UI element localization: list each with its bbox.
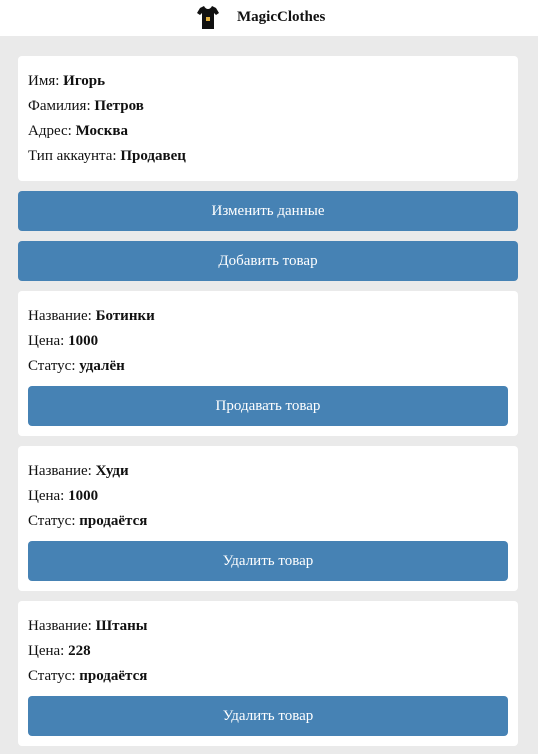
product-title-row: Название: Штаны [28,616,147,636]
product-price-row: Цена: 228 [28,641,91,661]
product-price-row: Цена: 1000 [28,331,98,351]
profile-address-value: Москва [75,123,128,139]
edit-profile-button[interactable]: Изменить данные [18,191,518,231]
product-price-row: Цена: 1000 [28,486,98,506]
profile-surname-row: Фамилия: Петров [28,96,144,116]
profile-name-label: Имя: [28,73,64,89]
product-card: Название: Штаны Цена: 228 Статус: продаё… [18,601,518,746]
product-price-label: Цена: [28,643,69,659]
profile-account-row: Тип аккаунта: Продавец [28,146,186,166]
product-title-label: Название: [28,618,96,634]
tshirt-icon[interactable] [196,4,220,30]
brand-title[interactable]: MagicClothes [237,7,325,27]
profile-surname-label: Фамилия: [28,98,95,114]
product-price-value: 1000 [68,488,99,504]
delete-product-button[interactable]: Удалить товар [28,696,508,736]
profile-card: Имя: Игорь Фамилия: Петров Адрес: Москва… [18,56,518,181]
profile-account-label: Тип аккаунта: [28,148,121,164]
product-status-row: Статус: продаётся [28,511,147,531]
product-title-label: Название: [28,308,96,324]
product-title-value: Штаны [95,618,148,634]
product-title-value: Худи [95,463,129,479]
product-status-label: Статус: [28,668,80,684]
product-card: Название: Ботинки Цена: 1000 Статус: уда… [18,291,518,436]
product-status-row: Статус: продаётся [28,666,147,686]
app-header: MagicClothes [0,0,538,36]
product-status-label: Статус: [28,513,80,529]
product-price-label: Цена: [28,333,69,349]
product-status-label: Статус: [28,358,80,374]
profile-address-label: Адрес: [28,123,76,139]
product-status-value: продаётся [79,513,148,529]
profile-address-row: Адрес: Москва [28,121,128,141]
product-title-row: Название: Худи [28,461,129,481]
product-title-row: Название: Ботинки [28,306,155,326]
profile-surname-value: Петров [94,98,144,114]
product-title-label: Название: [28,463,96,479]
product-price-value: 228 [68,643,91,659]
product-status-value: удалён [79,358,125,374]
product-title-value: Ботинки [95,308,155,324]
delete-product-button[interactable]: Удалить товар [28,541,508,581]
add-product-button[interactable]: Добавить товар [18,241,518,281]
profile-account-value: Продавец [120,148,186,164]
product-card: Название: Худи Цена: 1000 Статус: продаё… [18,446,518,591]
product-price-label: Цена: [28,488,69,504]
sell-product-button[interactable]: Продавать товар [28,386,508,426]
profile-name-value: Игорь [63,73,106,89]
profile-name-row: Имя: Игорь [28,71,105,91]
product-status-value: продаётся [79,668,148,684]
product-status-row: Статус: удалён [28,356,125,376]
product-price-value: 1000 [68,333,99,349]
